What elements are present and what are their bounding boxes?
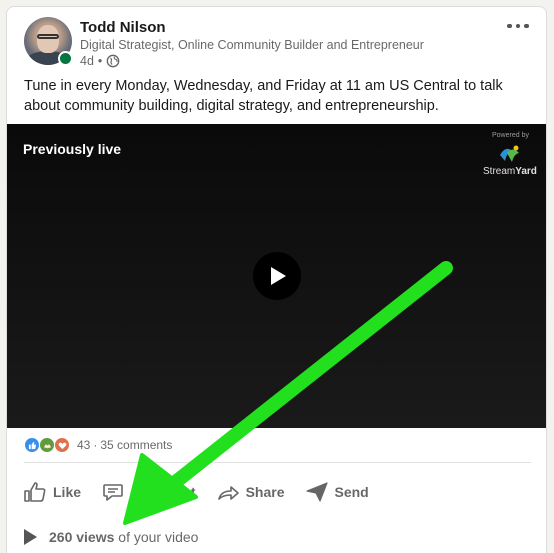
post-meta: 4d • (80, 54, 120, 68)
previously-live-label: Previously live (23, 141, 122, 157)
share-button[interactable]: Share (206, 475, 295, 509)
action-bar: Like Comment Share Send (13, 475, 513, 509)
divider (24, 462, 531, 463)
author-name[interactable]: Todd Nilson (80, 19, 166, 36)
online-status-indicator (58, 51, 73, 66)
comments-count[interactable]: 35 comments (100, 438, 172, 452)
like-label: Like (53, 484, 82, 500)
views-count: 260 views (49, 529, 115, 545)
post-header: Todd Nilson Digital Strategist, Online C… (7, 7, 546, 71)
comment-button[interactable]: Comment (91, 475, 206, 509)
thumbs-up-icon (24, 482, 46, 502)
share-icon (217, 486, 239, 500)
more-options-icon[interactable] (507, 19, 533, 33)
post-text: Tune in every Monday, Wednesday, and Fri… (24, 78, 503, 114)
post-card: Todd Nilson Digital Strategist, Online C… (6, 6, 547, 553)
streamyard-wordmark: StreamYard (483, 166, 537, 177)
powered-by-label: Powered by (492, 132, 529, 139)
play-outline-icon (24, 529, 37, 545)
globe-icon (106, 54, 120, 68)
post-time: 4d (80, 54, 94, 68)
send-label: Send (334, 484, 369, 500)
love-reaction-icon (54, 437, 70, 453)
send-button[interactable]: Send (295, 475, 379, 509)
reaction-count[interactable]: 43 (77, 438, 90, 452)
comment-icon (103, 484, 123, 501)
support-reaction-icon (39, 437, 55, 453)
send-icon (305, 482, 328, 502)
play-button[interactable] (253, 252, 301, 300)
meta-separator: • (97, 54, 103, 68)
share-label: Share (245, 484, 285, 500)
comment-label: Comment (131, 484, 196, 500)
like-reaction-icon (24, 437, 40, 453)
social-counts: 43 · 35 comments (24, 434, 172, 456)
video-player[interactable]: Previously live Powered by StreamYard (7, 124, 546, 428)
author-headline: Digital Strategist, Online Community Bui… (80, 38, 424, 52)
play-icon (271, 267, 286, 285)
count-separator: · (93, 438, 98, 452)
views-suffix: of your video (118, 529, 199, 545)
like-button[interactable]: Like (13, 475, 91, 509)
video-views[interactable]: 260 views of your video (21, 528, 198, 546)
streamyard-logo-icon (500, 145, 519, 162)
